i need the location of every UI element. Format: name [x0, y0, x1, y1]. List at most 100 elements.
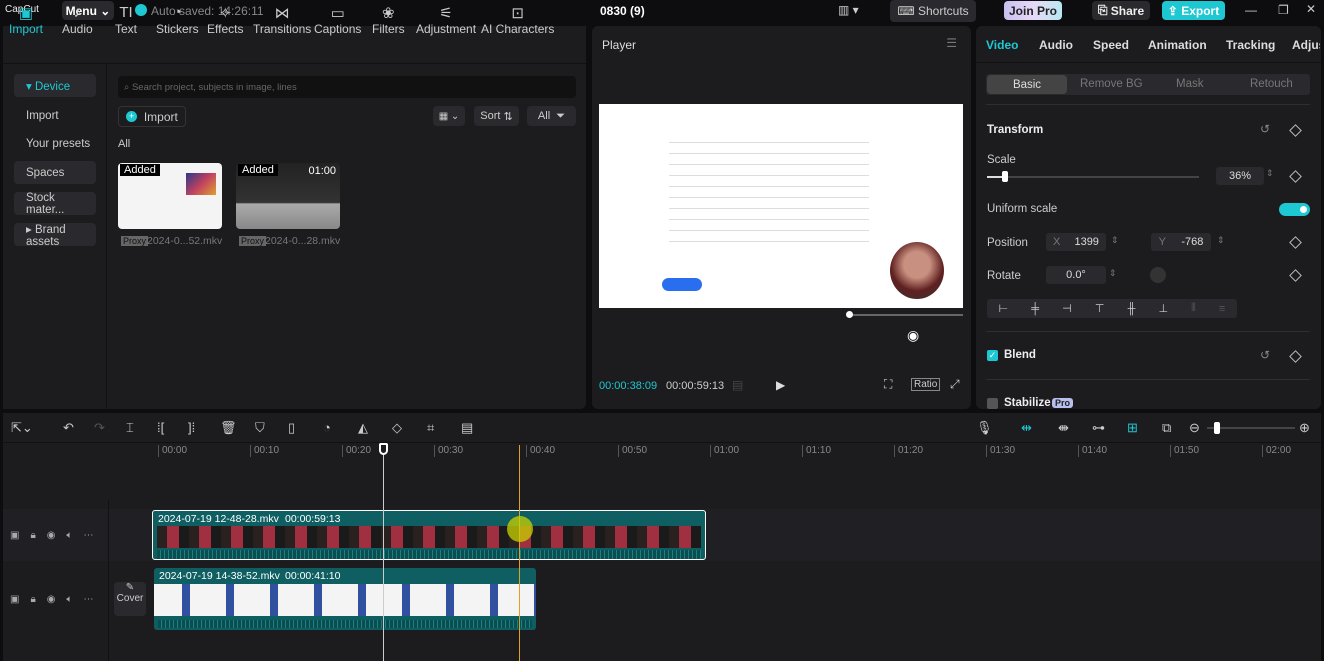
- sidebar-item-spaces[interactable]: Spaces: [14, 161, 96, 184]
- rotate-input[interactable]: 0.0°: [1046, 266, 1106, 284]
- toolbar-audio[interactable]: ♪ Audio: [62, 4, 93, 36]
- stepper-icon[interactable]: ⇕: [1266, 168, 1274, 179]
- speed-icon[interactable]: ◔: [323, 420, 331, 435]
- maximize-icon[interactable]: ❐: [1278, 3, 1289, 17]
- distribute-v-icon[interactable]: ≡: [1219, 303, 1225, 315]
- subtab-mask[interactable]: Mask: [1176, 78, 1203, 90]
- main-track-magnet-icon[interactable]: ⇹: [1021, 420, 1032, 436]
- toolbar-effects[interactable]: ✧ Effects: [207, 4, 243, 36]
- toolbar-ai-characters[interactable]: ⊡ AI Characters: [481, 4, 554, 36]
- ratio-button[interactable]: Ratio: [911, 378, 941, 391]
- sort-button[interactable]: Sort ⇅: [474, 106, 519, 126]
- transform-heading[interactable]: Transform: [987, 124, 1043, 136]
- delete-icon[interactable]: 🗑︎: [220, 420, 237, 436]
- filter-button[interactable]: All ⏷: [527, 106, 576, 126]
- video-clip-2[interactable]: 2024-07-19 14-38-52.mkv 00:00:41:10: [154, 568, 536, 630]
- tab-speed[interactable]: Speed: [1093, 38, 1129, 52]
- stepper-icon[interactable]: ⇕: [1217, 235, 1225, 246]
- split-icon[interactable]: ⌶: [126, 420, 134, 436]
- zoom-out-icon[interactable]: ⊖: [1189, 420, 1200, 436]
- more-icon[interactable]: ⋯: [84, 530, 94, 541]
- blend-heading[interactable]: Blend: [1004, 349, 1036, 361]
- lock-icon[interactable]: 🔒︎: [30, 530, 35, 541]
- more-icon[interactable]: ⋯: [84, 594, 94, 605]
- lock-icon[interactable]: 🔒︎: [30, 594, 35, 605]
- rotate-icon[interactable]: ◇: [392, 420, 402, 436]
- preview-axis-icon[interactable]: ⊞: [1127, 420, 1138, 436]
- cover-button[interactable]: ✎ Cover: [114, 582, 146, 616]
- reset-icon[interactable]: ↺: [1260, 122, 1270, 136]
- toolbar-stickers[interactable]: ◔ Stickers: [156, 4, 199, 36]
- view-mode-button[interactable]: ▦ ⌄: [433, 106, 465, 126]
- mirror-icon[interactable]: ◭: [358, 420, 368, 436]
- sidebar-item-presets[interactable]: Your presets: [14, 132, 96, 155]
- marker-icon[interactable]: ⛉: [255, 420, 265, 436]
- toolbar-filters[interactable]: ❀ Filters: [372, 4, 405, 36]
- tab-animation[interactable]: Animation: [1148, 38, 1207, 52]
- media-item-1[interactable]: Added: [118, 163, 222, 229]
- align-right-icon[interactable]: ⊣: [1062, 302, 1072, 315]
- scale-slider[interactable]: [987, 176, 1199, 178]
- layout-icon[interactable]: ▥ ▾: [838, 3, 859, 17]
- close-icon[interactable]: ✕: [1306, 2, 1316, 16]
- timecode-grid-icon[interactable]: ▤: [732, 378, 743, 392]
- position-x-input[interactable]: X 1399: [1046, 233, 1106, 251]
- link-icon[interactable]: ⊶: [1092, 420, 1105, 436]
- rotate-dial[interactable]: [1150, 267, 1166, 283]
- playhead-handle[interactable]: [379, 443, 388, 455]
- toolbar-import[interactable]: ▣ Import: [9, 4, 43, 36]
- tab-adjust[interactable]: Adjus: [1292, 38, 1320, 52]
- video-clip-1[interactable]: 2024-07-19 12-48-28.mkv 00:00:59:13: [152, 510, 706, 560]
- share-button[interactable]: ⎘ Share: [1092, 1, 1150, 20]
- stepper-icon[interactable]: ⇕: [1111, 235, 1119, 246]
- align-center-v-icon[interactable]: ╫: [1128, 303, 1136, 315]
- scale-slider-handle[interactable]: [1002, 171, 1008, 182]
- split-left-icon[interactable]: ⁞[: [157, 420, 164, 435]
- blend-checkbox[interactable]: ✓: [987, 350, 998, 361]
- join-pro-button[interactable]: Join Pro: [1004, 1, 1062, 20]
- subtab-retouch[interactable]: Retouch: [1250, 78, 1293, 90]
- auto-snap-icon[interactable]: ⇼: [1058, 420, 1069, 436]
- rotate-handle-icon[interactable]: ◉: [907, 327, 919, 344]
- scrub-handle[interactable]: [846, 311, 853, 318]
- audio-icon[interactable]: 🔈︎: [67, 594, 73, 605]
- toolbar-transitions[interactable]: ⋈ Transitions: [253, 4, 311, 36]
- align-top-icon[interactable]: ⊤: [1095, 302, 1105, 315]
- play-icon[interactable]: ▶: [776, 378, 785, 392]
- align-left-icon[interactable]: ⊢: [999, 302, 1009, 315]
- microphone-icon[interactable]: 🎙︎: [976, 420, 993, 436]
- timeline-zoom-slider[interactable]: [1207, 427, 1295, 429]
- uniform-scale-toggle[interactable]: [1279, 203, 1310, 216]
- shortcuts-button[interactable]: ⌨ Shortcuts: [890, 0, 976, 22]
- tab-tracking[interactable]: Tracking: [1226, 38, 1275, 52]
- sidebar-item-stock[interactable]: Stock mater...: [14, 192, 96, 216]
- fullscreen-icon[interactable]: ⤢: [950, 377, 960, 392]
- stabilize-heading[interactable]: Stabilize: [1004, 397, 1051, 409]
- search-input[interactable]: ⌕ Search project, subjects in image, lin…: [118, 76, 576, 98]
- align-center-h-icon[interactable]: ╪: [1031, 303, 1039, 315]
- split-right-icon[interactable]: ]⁞: [188, 420, 195, 435]
- distribute-h-icon[interactable]: ⫴: [1191, 302, 1196, 315]
- zoom-to-fit-icon[interactable]: ⧉: [1162, 420, 1171, 436]
- import-button[interactable]: + Import: [118, 106, 186, 127]
- redo-icon[interactable]: ↷: [94, 420, 105, 436]
- stepper-icon[interactable]: ⇕: [1109, 268, 1117, 279]
- eye-icon[interactable]: ◉: [47, 530, 56, 541]
- toolbar-adjustment[interactable]: ⚟ Adjustment: [416, 4, 476, 36]
- eye-icon[interactable]: ◉: [47, 594, 56, 605]
- export-button[interactable]: ⇪ Export: [1162, 1, 1225, 20]
- scale-input[interactable]: 36%: [1216, 167, 1264, 185]
- stabilize-checkbox[interactable]: [987, 398, 998, 409]
- timeline-zoom-handle[interactable]: [1214, 422, 1220, 434]
- freeze-icon[interactable]: ▯: [288, 420, 295, 436]
- align-bottom-icon[interactable]: ⊥: [1158, 302, 1168, 315]
- video-preview[interactable]: [599, 104, 963, 308]
- playhead[interactable]: [383, 445, 384, 661]
- undo-icon[interactable]: ↶: [63, 420, 74, 436]
- crop-icon[interactable]: ⌗: [427, 420, 434, 436]
- sidebar-item-device[interactable]: ▾ Device: [14, 74, 96, 97]
- zoom-fit-icon[interactable]: ⛶: [884, 377, 892, 392]
- subtab-basic[interactable]: Basic: [987, 75, 1067, 94]
- toolbar-captions[interactable]: ▭ Captions: [314, 4, 361, 36]
- subtab-remove-bg[interactable]: Remove BG: [1080, 78, 1143, 90]
